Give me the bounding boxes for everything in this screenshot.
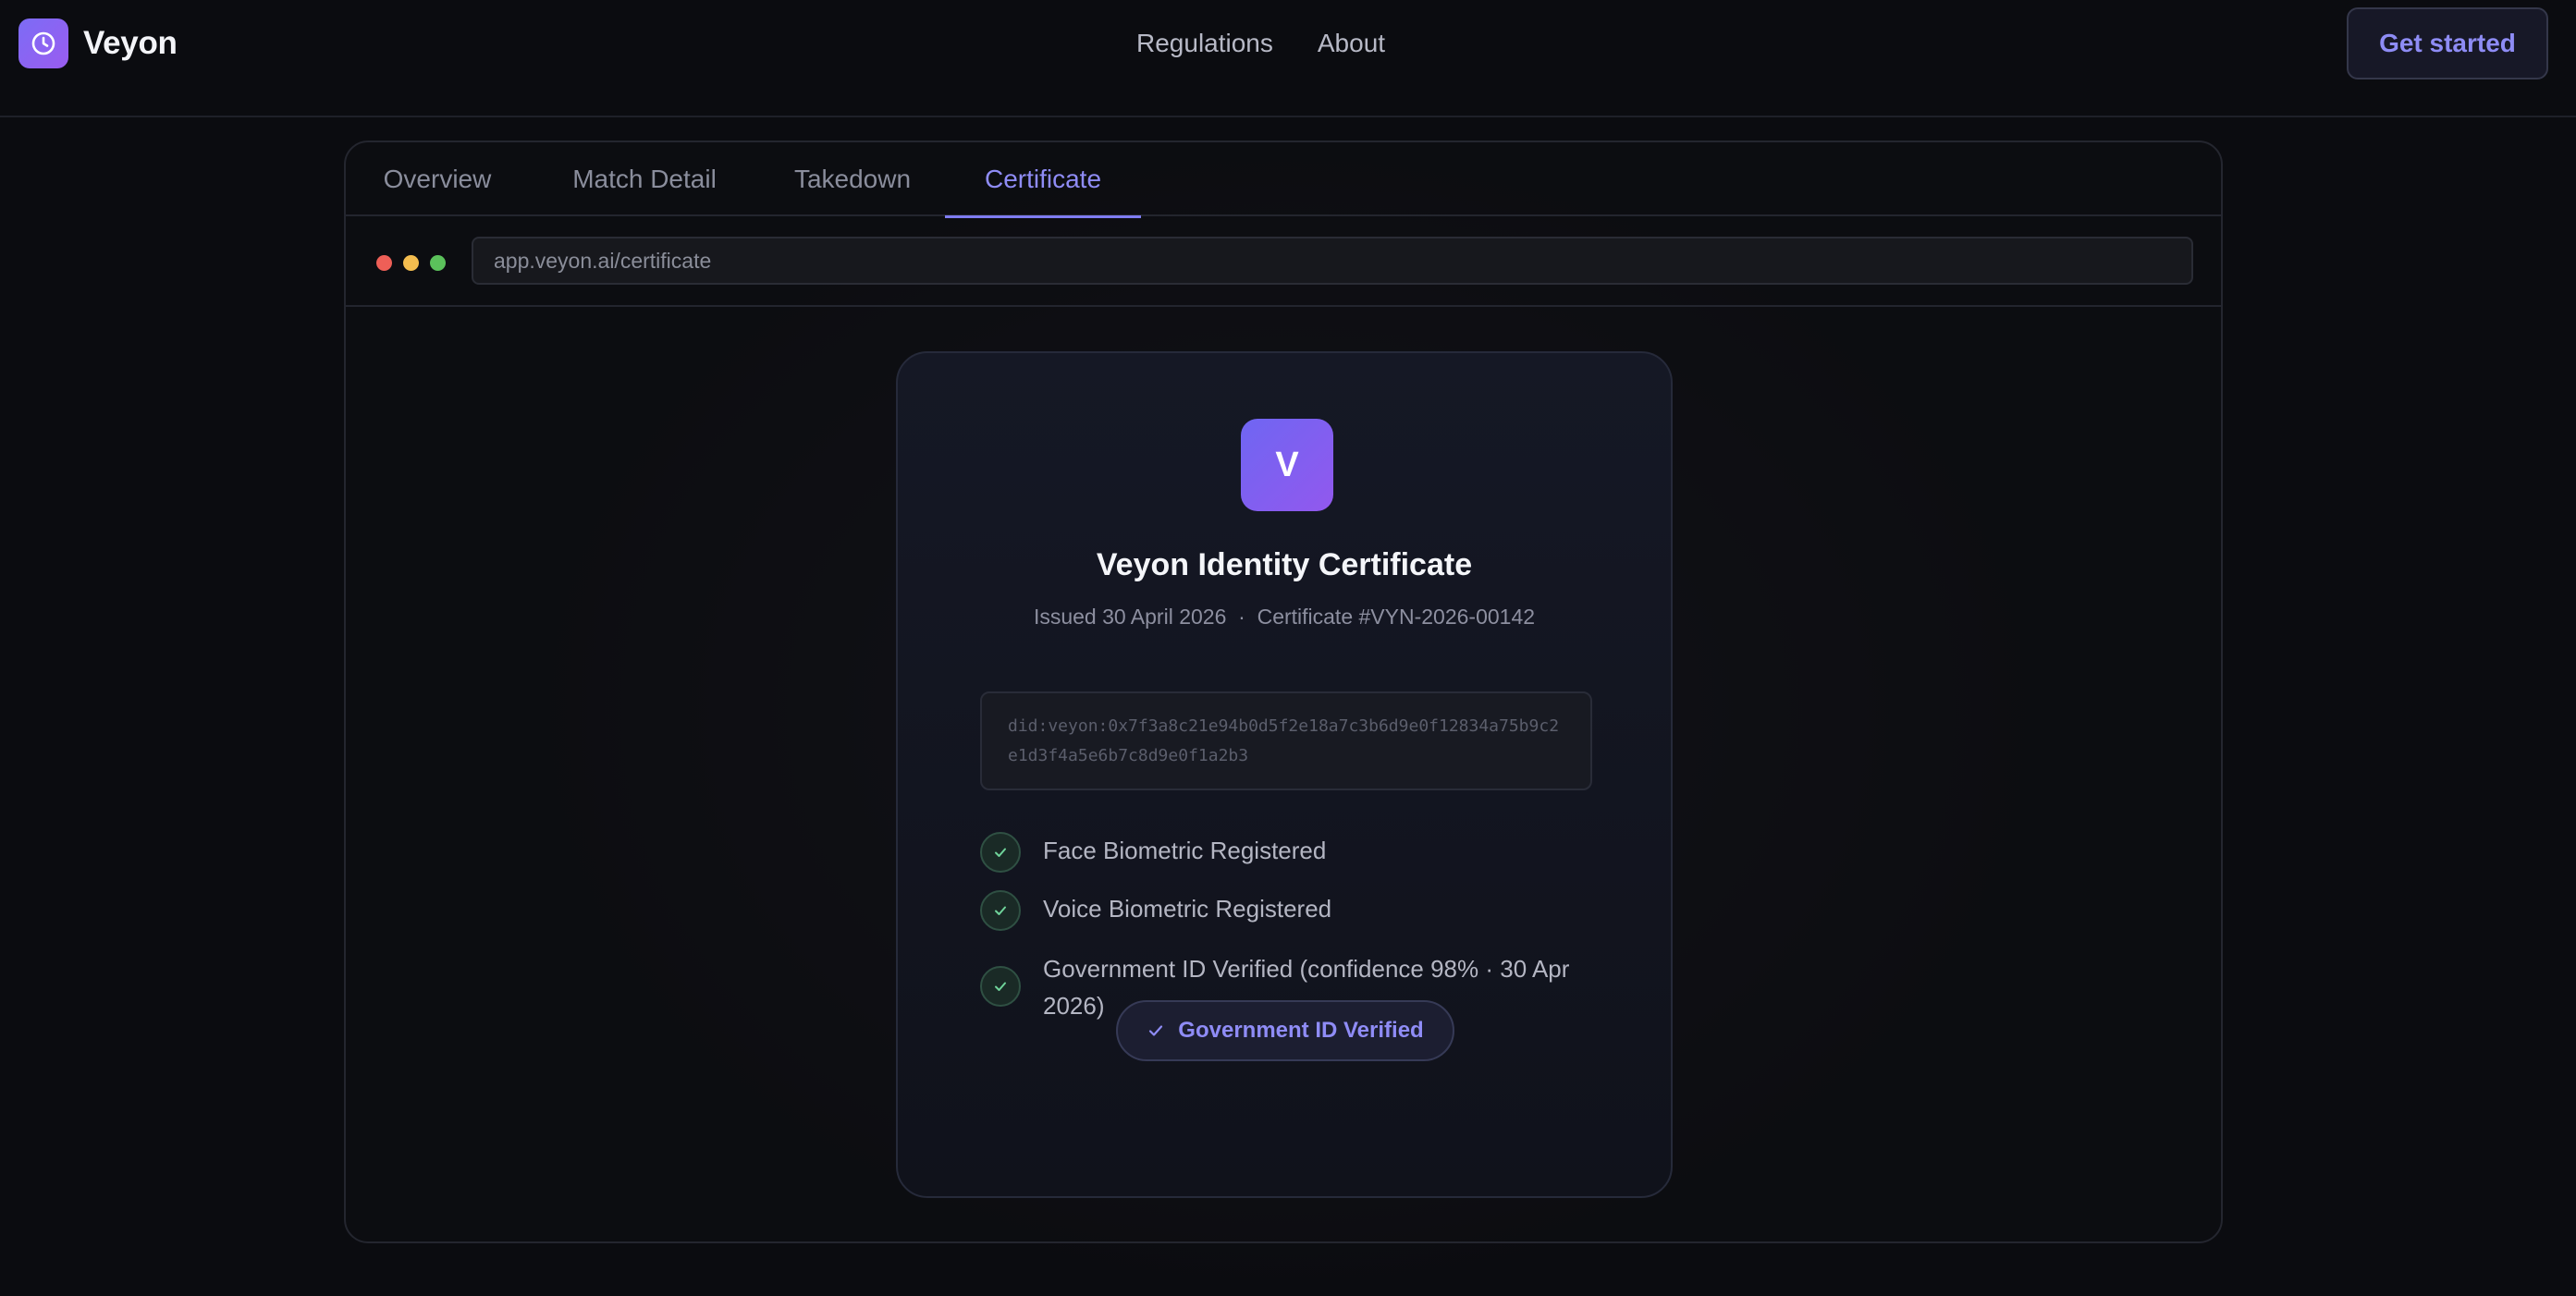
brand-name: Veyon [83, 25, 178, 61]
get-started-button[interactable]: Get started [2347, 7, 2548, 79]
top-navigation: Veyon Regulations About Get started [0, 0, 2576, 117]
clock-icon [18, 18, 68, 68]
check-icon [980, 890, 1021, 931]
certificate-meta: Issued 30 April 2026 · Certificate #VYN-… [1033, 605, 1536, 629]
address-bar-row: app.veyon.ai/certificate [346, 216, 2221, 307]
browser-frame: Overview Match Detail Takedown Certifica… [344, 141, 2223, 1243]
url-field[interactable]: app.veyon.ai/certificate [472, 237, 2193, 285]
tab-takedown[interactable]: Takedown [789, 142, 916, 216]
badge-label: Government ID Verified [1178, 1018, 1424, 1043]
window-close-dot[interactable] [376, 255, 392, 271]
check-icon [980, 966, 1021, 1007]
certificate-logo: V [1241, 419, 1333, 511]
nav-links: Regulations About [1136, 24, 1385, 63]
tab-certificate[interactable]: Certificate [945, 142, 1141, 218]
nav-link-about[interactable]: About [1318, 24, 1385, 63]
certificate-card: V Veyon Identity Certificate Issued 30 A… [896, 351, 1673, 1198]
check-label: Voice Biometric Registered [1043, 895, 1332, 923]
tab-overview[interactable]: Overview [383, 142, 492, 216]
check-label: Face Biometric Registered [1043, 837, 1327, 864]
check-icon [980, 832, 1021, 873]
government-id-verified-badge: Government ID Verified [1116, 1000, 1454, 1061]
brand[interactable]: Veyon [18, 18, 178, 68]
certificate-title: Veyon Identity Certificate [1096, 547, 1473, 582]
check-item-voice: Voice Biometric Registered [980, 890, 1331, 931]
check-icon [1149, 1025, 1163, 1036]
tab-bar: Overview Match Detail Takedown Certifica… [346, 142, 2221, 218]
did-identifier: did:veyon:0x7f3a8c21e94b0d5f2e18a7c3b6d9… [980, 691, 1592, 790]
nav-link-regulations[interactable]: Regulations [1136, 24, 1273, 63]
tab-match-detail[interactable]: Match Detail [569, 142, 720, 216]
check-item-face: Face Biometric Registered [980, 832, 1326, 873]
window-minimize-dot[interactable] [403, 255, 419, 271]
window-maximize-dot[interactable] [430, 255, 446, 271]
